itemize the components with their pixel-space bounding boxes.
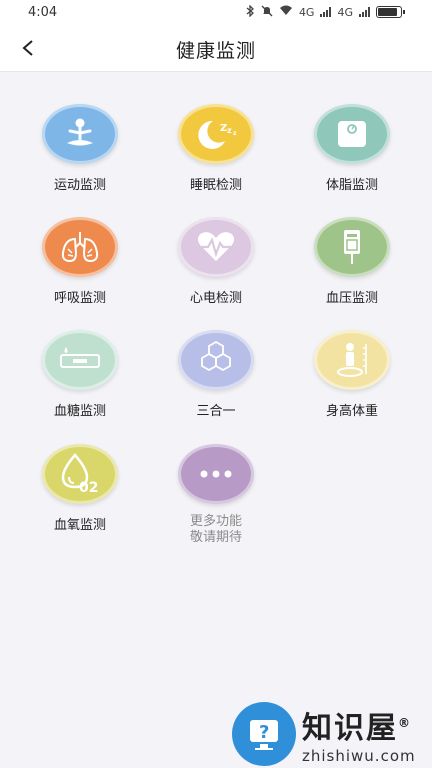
- tile-more-features[interactable]: 更多功能 敬请期待: [156, 444, 276, 554]
- tile-blood-oxygen-circle: 02: [42, 444, 118, 504]
- scale-icon: [338, 121, 366, 147]
- battery-icon: [376, 6, 405, 18]
- watermark-text: 知识屋® zhishiwu.com: [302, 703, 416, 765]
- app-header: 健康监测: [0, 24, 432, 72]
- more-features-line2: 敬请期待: [189, 530, 242, 545]
- tile-blood-pressure[interactable]: 血压监测: [292, 217, 412, 327]
- lungs-icon: [61, 232, 99, 263]
- mute-icon: [261, 5, 273, 20]
- tile-sleep-circle: Z z z: [178, 104, 254, 164]
- watermark: ? 知识屋® zhishiwu.com: [232, 700, 432, 768]
- more-features-line1: 更多功能: [189, 514, 242, 529]
- more-dots-icon: [200, 470, 232, 478]
- svg-text:02: 02: [79, 480, 98, 495]
- tile-three-in-one[interactable]: 三合一: [156, 330, 276, 440]
- yoga-icon: [67, 118, 93, 146]
- tile-more-features-circle: [178, 444, 254, 504]
- tile-height-weight[interactable]: 身高体重: [292, 330, 412, 440]
- tile-sleep[interactable]: Z z z 睡眠检测: [156, 104, 276, 214]
- signal-label-2: 4G: [337, 5, 353, 19]
- tile-three-in-one-label: 三合一: [196, 404, 236, 419]
- watermark-logo-icon: ?: [232, 702, 296, 766]
- tile-blood-pressure-circle: [314, 217, 390, 277]
- tile-blood-sugar-label: 血糖监测: [53, 404, 106, 419]
- wifi-icon: [279, 5, 293, 19]
- signal-icon-2: [359, 7, 370, 17]
- signal-label-1: 4G: [298, 5, 315, 19]
- tile-ecg-circle: [178, 217, 254, 277]
- page-title: 健康监测: [175, 40, 256, 62]
- oxygen-drop-icon: 02: [61, 453, 98, 495]
- tile-exercise-label: 运动监测: [53, 178, 106, 193]
- status-icons: 4G 4G: [246, 3, 405, 20]
- tile-blood-oxygen-label: 血氧监测: [53, 518, 106, 533]
- tile-body-fat-label: 体脂监测: [325, 178, 378, 193]
- tile-body-fat[interactable]: 体脂监测: [292, 104, 412, 214]
- watermark-cn: 知识屋®: [302, 711, 412, 746]
- tile-exercise-circle: [42, 104, 118, 164]
- tile-height-weight-label: 身高体重: [325, 404, 378, 419]
- tile-blood-oxygen[interactable]: 02 血氧监测: [20, 444, 140, 554]
- tile-blood-sugar[interactable]: 血糖监测: [20, 330, 140, 440]
- svg-text:?: ?: [259, 722, 269, 743]
- svg-text:z: z: [227, 126, 232, 135]
- moon-icon: Z z z: [198, 120, 237, 149]
- bluetooth-icon: [246, 3, 255, 20]
- tile-more-features-label: 更多功能 敬请期待: [190, 514, 242, 546]
- tile-blood-pressure-label: 血压监测: [325, 291, 378, 306]
- tile-breathing-label: 呼吸监测: [53, 291, 106, 306]
- tile-breathing[interactable]: 呼吸监测: [20, 217, 140, 327]
- height-icon: [337, 343, 367, 377]
- status-bar: 4:04 4G 4G: [0, 0, 432, 24]
- tile-ecg[interactable]: 心电检测: [156, 217, 276, 327]
- tile-exercise[interactable]: 运动监测: [20, 104, 140, 214]
- status-time: 4:04: [28, 4, 58, 20]
- glucose-strip-icon: [60, 347, 100, 368]
- tile-blood-sugar-circle: [42, 330, 118, 390]
- watermark-en: zhishiwu.com: [302, 747, 416, 765]
- tile-three-in-one-circle: [178, 330, 254, 390]
- signal-icon-1: [320, 7, 332, 17]
- tile-height-weight-circle: [314, 330, 390, 390]
- heart-ecg-icon: [196, 232, 236, 261]
- tile-ecg-label: 心电检测: [189, 291, 242, 306]
- hexagon-icon: [201, 340, 231, 372]
- tile-sleep-label: 睡眠检测: [189, 178, 242, 193]
- tile-body-fat-circle: [314, 104, 390, 164]
- tile-breathing-circle: [42, 217, 118, 277]
- blood-pressure-icon: [344, 230, 360, 264]
- svg-text:z: z: [233, 130, 237, 137]
